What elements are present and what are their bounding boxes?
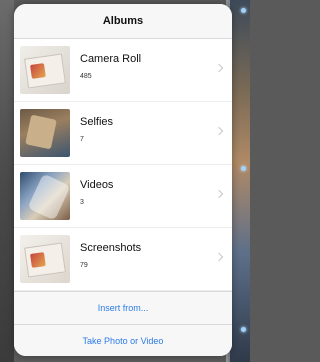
album-thumbnail (20, 235, 70, 283)
take-photo-button[interactable]: Take Photo or Video (14, 325, 232, 356)
chevron-right-icon (214, 126, 224, 136)
background-app-left (0, 0, 14, 362)
album-row-camera-roll[interactable]: Camera Roll 485 (14, 39, 232, 102)
album-row-videos[interactable]: Videos 3 (14, 165, 232, 228)
album-row-selfies[interactable]: Selfies 7 (14, 102, 232, 165)
popover-title: Albums (102, 15, 144, 27)
album-count: 485 (80, 73, 92, 80)
album-row-screenshots[interactable]: Screenshots 79 (14, 228, 232, 291)
album-name: Selfies (80, 116, 114, 128)
chevron-right-icon (214, 252, 224, 262)
album-thumbnail (20, 46, 70, 94)
album-count: 7 (80, 136, 84, 143)
album-name: Videos (80, 179, 114, 191)
popover-header: Albums (14, 4, 232, 39)
album-name: Camera Roll (80, 53, 142, 65)
selection-handle-dot (241, 8, 246, 13)
album-count: 79 (80, 262, 88, 269)
album-list[interactable]: Camera Roll 485 Selfies 7 Videos 3 Scree… (14, 39, 232, 291)
chevron-right-icon (214, 63, 224, 73)
selection-handle-dot (241, 166, 246, 171)
album-count: 3 (80, 199, 84, 206)
album-name: Screenshots (80, 242, 142, 254)
insert-from-button[interactable]: Insert from... (14, 291, 232, 325)
album-thumbnail (20, 172, 70, 220)
chevron-right-icon (214, 189, 224, 199)
selection-handle-dot (241, 327, 246, 332)
albums-popover: Albums Camera Roll 485 Selfies 7 Videos … (14, 4, 232, 356)
popover-footer: Insert from... Take Photo or Video (14, 291, 232, 356)
album-thumbnail (20, 109, 70, 157)
